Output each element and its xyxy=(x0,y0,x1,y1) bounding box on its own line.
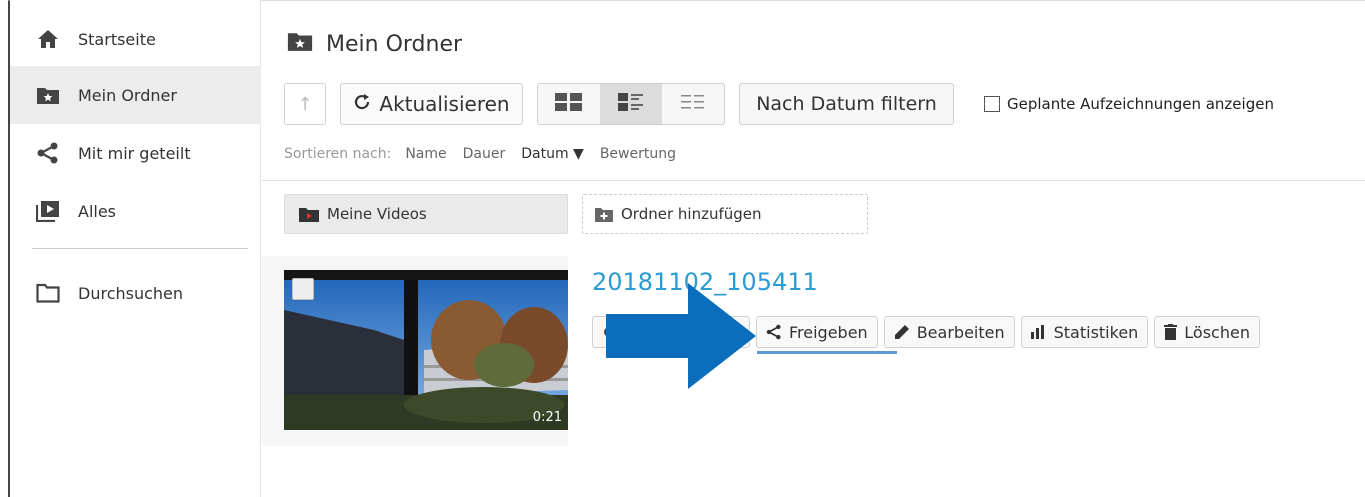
share-button[interactable]: Freigeben xyxy=(756,316,878,348)
sidebar-item-label: Mit mir geteilt xyxy=(78,143,191,163)
folder-label: Meine Videos xyxy=(327,205,427,223)
play-library-icon xyxy=(36,199,60,223)
detail-list-icon xyxy=(618,92,644,116)
folder-star-icon xyxy=(36,83,60,107)
edit-button[interactable]: Bearbeiten xyxy=(883,316,1015,348)
main-content: Mein Ordner ↑ Aktualisieren Nach Datum f… xyxy=(262,0,1365,497)
add-folder-label: Ordner hinzufügen xyxy=(621,205,762,223)
sidebar-item-alles[interactable]: Alles xyxy=(10,182,261,240)
grid-view-button[interactable] xyxy=(538,84,600,124)
up-button[interactable]: ↑ xyxy=(284,83,326,125)
edit-label: Bearbeiten xyxy=(916,322,1005,342)
scheduled-checkbox-label: Geplante Aufzeichnungen anzeigen xyxy=(1007,95,1274,113)
sort-option-duration[interactable]: Dauer xyxy=(463,146,506,162)
sidebar-divider xyxy=(32,248,248,249)
share-icon xyxy=(36,141,60,165)
pointer-arrow-icon xyxy=(606,283,756,389)
add-folder-icon xyxy=(595,207,613,222)
divider xyxy=(262,180,1365,181)
thumbnail-image xyxy=(284,270,568,430)
scheduled-checkbox[interactable] xyxy=(984,96,1000,112)
sort-label: Sortieren nach: xyxy=(284,146,392,162)
page-title: Mein Ordner xyxy=(286,30,462,58)
sidebar-item-label: Alles xyxy=(78,201,117,221)
view-mode-group xyxy=(537,83,725,125)
statistics-button[interactable]: Statistiken xyxy=(1020,316,1149,348)
sidebar-item-label: Mein Ordner xyxy=(78,85,177,105)
sidebar-item-durchsuchen[interactable]: Durchsuchen xyxy=(10,264,261,322)
refresh-button[interactable]: Aktualisieren xyxy=(340,83,523,125)
share-label: Freigeben xyxy=(789,322,868,342)
share-icon xyxy=(766,324,782,340)
refresh-label: Aktualisieren xyxy=(379,92,510,116)
folder-meine-videos[interactable]: Meine Videos xyxy=(284,194,568,234)
sidebar-item-label: Startseite xyxy=(78,29,156,49)
list-view-button[interactable] xyxy=(662,84,724,124)
page-title-text: Mein Ordner xyxy=(326,31,463,57)
delete-label: Löschen xyxy=(1184,322,1250,342)
arrow-up-icon: ↑ xyxy=(297,93,313,115)
folder-star-icon xyxy=(286,30,314,58)
add-folder-button[interactable]: Ordner hinzufügen xyxy=(582,194,868,234)
scheduled-recordings-toggle[interactable]: Geplante Aufzeichnungen anzeigen xyxy=(984,95,1274,113)
sort-option-rating[interactable]: Bewertung xyxy=(600,146,676,162)
sidebar-item-mein-ordner[interactable]: Mein Ordner xyxy=(10,66,261,124)
statistics-label: Statistiken xyxy=(1053,322,1139,342)
refresh-icon xyxy=(353,92,371,116)
sort-option-name[interactable]: Name xyxy=(405,146,446,162)
duration-label: 0:21 xyxy=(532,410,562,425)
sort-bar: Sortieren nach: Name Dauer Datum ▼ Bewer… xyxy=(284,146,692,162)
pencil-icon xyxy=(894,324,910,340)
date-filter-label: Nach Datum filtern xyxy=(756,93,937,115)
bar-chart-icon xyxy=(1030,325,1047,339)
delete-button[interactable]: Löschen xyxy=(1154,316,1260,348)
video-thumbnail[interactable]: 0:21 xyxy=(284,270,568,430)
trash-icon xyxy=(1164,324,1178,340)
sidebar-item-mit-mir-geteilt[interactable]: Mit mir geteilt xyxy=(10,124,261,182)
folder-outline-icon xyxy=(36,281,60,305)
list-view-icon xyxy=(681,93,705,115)
home-icon xyxy=(36,27,60,51)
select-checkbox[interactable] xyxy=(292,278,314,300)
sidebar-item-startseite[interactable]: Startseite xyxy=(10,10,261,68)
toolbar: ↑ Aktualisieren Nach Datum filtern Gepla… xyxy=(284,82,1274,126)
sidebar-item-label: Durchsuchen xyxy=(78,283,184,303)
date-filter-button[interactable]: Nach Datum filtern xyxy=(739,83,954,125)
video-folder-icon xyxy=(299,207,319,222)
grid-view-icon xyxy=(555,92,583,116)
detail-list-view-button[interactable] xyxy=(600,84,662,124)
sidebar: Startseite Mein Ordner Mit mir geteilt A… xyxy=(10,0,261,497)
highlight-underline xyxy=(757,351,897,354)
sort-option-date[interactable]: Datum ▼ xyxy=(521,146,584,162)
